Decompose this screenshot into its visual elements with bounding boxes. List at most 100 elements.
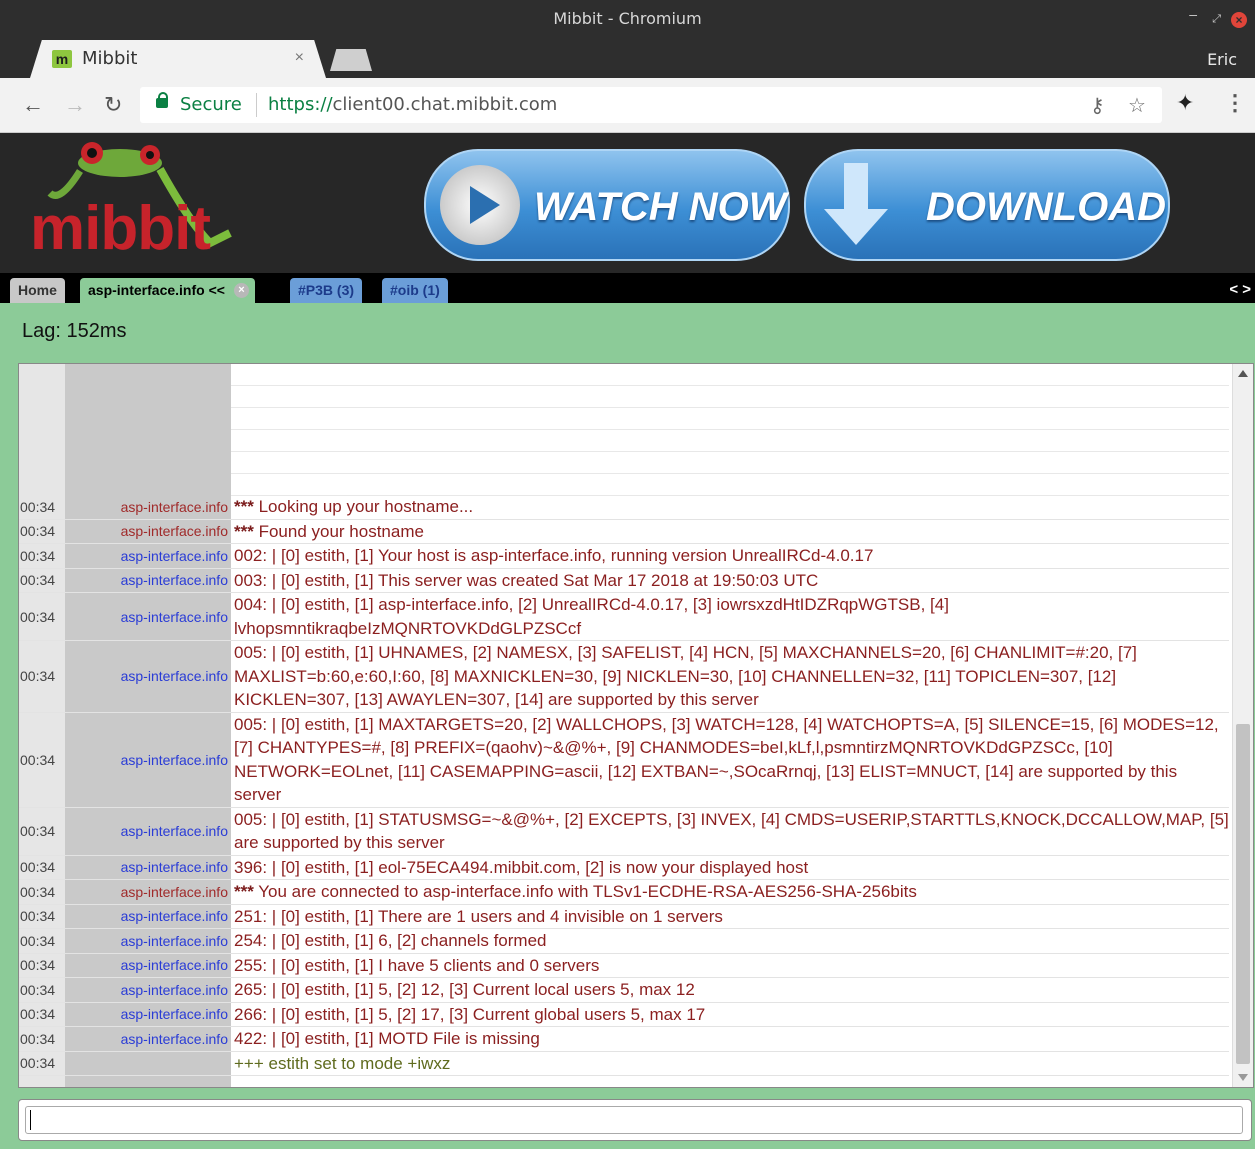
browser-tab-label: Mibbit [82, 48, 138, 69]
message-row: 00:34 +++ estith set to mode +iwxz [19, 1052, 1229, 1076]
message-nick[interactable]: asp-interface.info [65, 752, 231, 768]
message-time: 00:34 [20, 1055, 56, 1072]
message-nick[interactable]: asp-interface.info [65, 859, 231, 875]
mibbit-favicon-icon: m [52, 50, 72, 68]
message-text: *** Found your hostname [231, 520, 1229, 544]
empty-row [231, 474, 1229, 496]
secure-label: Secure [180, 94, 242, 115]
message-nick[interactable]: asp-interface.info [65, 499, 231, 515]
message-nick[interactable]: asp-interface.info [65, 668, 231, 684]
back-arrow-icon[interactable]: ← [22, 92, 44, 118]
reload-icon[interactable]: ↻ [104, 92, 122, 118]
message-text: 003: | [0] estith, [1] This server was c… [231, 569, 1229, 593]
empty-row [231, 364, 1229, 386]
message-row: 00:34 asp-interface.info 254: | [0] estith… [19, 929, 1229, 954]
message-row: 00:34 asp-interface.info *** You are conne… [19, 880, 1229, 905]
window-titlebar: Mibbit - Chromium – ⤢ × [0, 0, 1255, 40]
menu-dots-icon[interactable]: ⋮ [1224, 90, 1246, 116]
lag-indicator: Lag: 152ms [22, 320, 127, 342]
message-time: 00:34 [20, 883, 56, 900]
message-text: 396: | [0] estith, [1] eol-75ECA494.mibb… [231, 856, 1229, 880]
message-row: 00:34 asp-interface.info 005: | [0] estith… [19, 713, 1229, 808]
message-prefix: *** [234, 497, 254, 516]
log-scrollbar[interactable] [1232, 364, 1253, 1087]
message-nick[interactable]: asp-interface.info [65, 572, 231, 588]
bookmark-star-icon[interactable]: ☆ [1128, 93, 1146, 118]
scroll-up-icon[interactable] [1238, 370, 1248, 377]
profile-name[interactable]: Eric [1207, 50, 1237, 69]
browser-toolbar: ← → ↻ Secure https://client00.chat.mibbi… [0, 78, 1255, 133]
close-window-button[interactable]: × [1231, 12, 1247, 28]
scroll-thumb[interactable] [1236, 724, 1250, 1064]
tab-server[interactable]: asp-interface.info << × [80, 278, 255, 303]
minimize-button[interactable]: – [1189, 6, 1197, 22]
message-time: 00:34 [20, 957, 56, 974]
scroll-down-icon[interactable] [1238, 1074, 1248, 1081]
tab-close-icon[interactable]: × [295, 49, 304, 67]
empty-row [231, 452, 1229, 474]
message-nick[interactable]: asp-interface.info [65, 884, 231, 900]
play-icon [440, 165, 520, 245]
message-log[interactable]: 00:34 asp-interface.info *** Looking up yo… [18, 363, 1254, 1088]
message-nick[interactable]: asp-interface.info [65, 933, 231, 949]
download-button[interactable]: DOWNLOAD [804, 149, 1170, 261]
forward-arrow-icon[interactable]: → [64, 92, 86, 118]
message-input[interactable] [25, 1106, 1243, 1134]
url-text[interactable]: https://client00.chat.mibbit.com [268, 94, 557, 115]
message-nick[interactable]: asp-interface.info [65, 609, 231, 625]
message-body: 002: | [0] estith, [1] Your host is asp-… [234, 546, 874, 565]
browser-tab[interactable]: m Mibbit × [30, 40, 326, 78]
message-nick[interactable]: asp-interface.info [65, 523, 231, 539]
message-time: 00:34 [20, 823, 56, 839]
message-text: *** You are connected to asp-interface.i… [231, 880, 1229, 904]
new-tab-button[interactable] [330, 49, 372, 71]
message-nick[interactable]: asp-interface.info [65, 1031, 231, 1047]
message-row: 00:34 asp-interface.info *** Looking up yo… [19, 495, 1229, 520]
message-body: 003: | [0] estith, [1] This server was c… [234, 570, 819, 590]
empty-row [231, 408, 1229, 430]
message-body: 254: | [0] estith, [1] 6, [2] channels f… [234, 931, 547, 950]
message-body: You are connected to asp-interface.info … [253, 882, 917, 901]
message-body: 266: | [0] estith, [1] 5, [2] 17, [3] Cu… [234, 1004, 706, 1024]
tab-oib[interactable]: #oib (1) [382, 278, 448, 303]
message-nick[interactable]: asp-interface.info [65, 823, 231, 839]
message-body: Looking up your hostname... [253, 497, 474, 516]
message-time: 00:34 [20, 908, 56, 925]
message-nick[interactable]: asp-interface.info [65, 548, 231, 564]
address-separator [256, 93, 257, 117]
message-nick[interactable]: asp-interface.info [65, 957, 231, 973]
maximize-button[interactable]: ⤢ [1212, 13, 1221, 26]
message-row: 00:34 asp-interface.info 002: | [0] estith… [19, 544, 1229, 569]
message-time: 00:34 [20, 1006, 56, 1023]
tab-p3b[interactable]: #P3B (3) [290, 278, 363, 303]
message-time: 00:34 [20, 572, 56, 589]
tab-scroll-arrows[interactable]: < > [1229, 281, 1251, 298]
message-body: 396: | [0] estith, [1] eol-75ECA494.mibb… [234, 857, 809, 877]
message-body: 005: | [0] estith, [1] STATUSMSG=~&@%+, … [234, 809, 1229, 853]
message-nick[interactable]: asp-interface.info [65, 982, 231, 998]
message-text: 254: | [0] estith, [1] 6, [2] channels f… [231, 929, 1229, 953]
message-body: 255: | [0] estith, [1] I have 5 clients … [234, 955, 600, 975]
message-nick[interactable]: asp-interface.info [65, 908, 231, 924]
download-arrow-icon [824, 163, 888, 245]
tab-home[interactable]: Home [10, 278, 65, 303]
message-rows: 00:34 asp-interface.info *** Looking up yo… [19, 495, 1229, 1076]
extension-icon[interactable]: ✦ [1176, 90, 1194, 116]
message-text: 005: | [0] estith, [1] UHNAMES, [2] NAME… [231, 641, 1229, 712]
message-nick[interactable]: asp-interface.info [65, 1006, 231, 1022]
message-row: 00:34 asp-interface.info *** Found your ho… [19, 520, 1229, 544]
watch-now-button[interactable]: WATCH NOW [424, 149, 790, 261]
message-text: 255: | [0] estith, [1] I have 5 clients … [231, 954, 1229, 978]
message-time: 00:34 [20, 751, 56, 768]
empty-row [231, 386, 1229, 408]
mibbit-logo[interactable]: mibbit [30, 193, 211, 264]
chat-panel: Lag: 152ms 00:34 asp-interface.info *** Lo… [0, 303, 1255, 1149]
key-icon[interactable]: ⚷ [1090, 93, 1105, 118]
message-text: +++ estith set to mode +iwxz [231, 1052, 1229, 1076]
message-row: 00:34 asp-interface.info 251: | [0] estith… [19, 905, 1229, 929]
message-row: 00:34 asp-interface.info 003: | [0] estith… [19, 569, 1229, 593]
message-time: 00:34 [20, 932, 56, 949]
address-bar[interactable]: Secure https://client00.chat.mibbit.com … [140, 87, 1162, 123]
tab-close-icon[interactable]: × [233, 283, 249, 298]
message-body: 265: | [0] estith, [1] 5, [2] 12, [3] Cu… [234, 980, 695, 999]
